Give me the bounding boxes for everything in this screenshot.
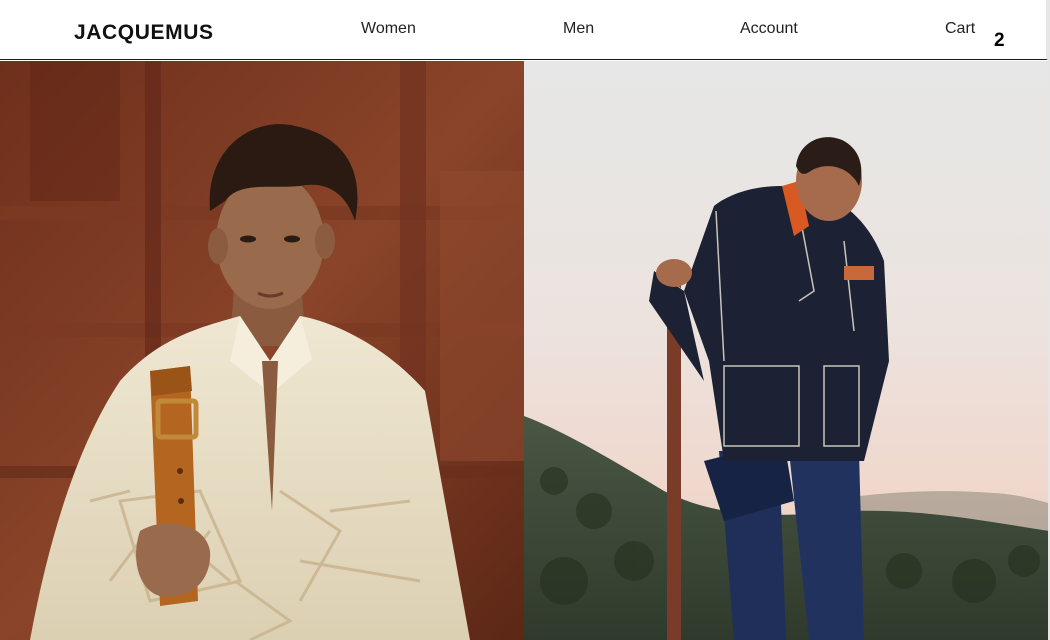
hero-men-image[interactable]: [524, 61, 1049, 640]
brand-logo[interactable]: JACQUEMUS: [74, 21, 214, 45]
nav-women-link[interactable]: Women: [361, 20, 416, 38]
page: JACQUEMUS Women Men Account Cart 2: [0, 0, 1050, 640]
site-header: JACQUEMUS Women Men Account Cart 2: [0, 0, 1048, 60]
men-model-photo: [524, 61, 1049, 640]
nav-account-link[interactable]: Account: [740, 20, 798, 38]
nav-cart-link[interactable]: Cart: [945, 20, 975, 38]
cart-count-badge: 2: [994, 30, 1005, 51]
hero-women-image[interactable]: [0, 61, 524, 640]
nav-men-link[interactable]: Men: [563, 20, 594, 38]
women-model-photo: [0, 61, 524, 640]
